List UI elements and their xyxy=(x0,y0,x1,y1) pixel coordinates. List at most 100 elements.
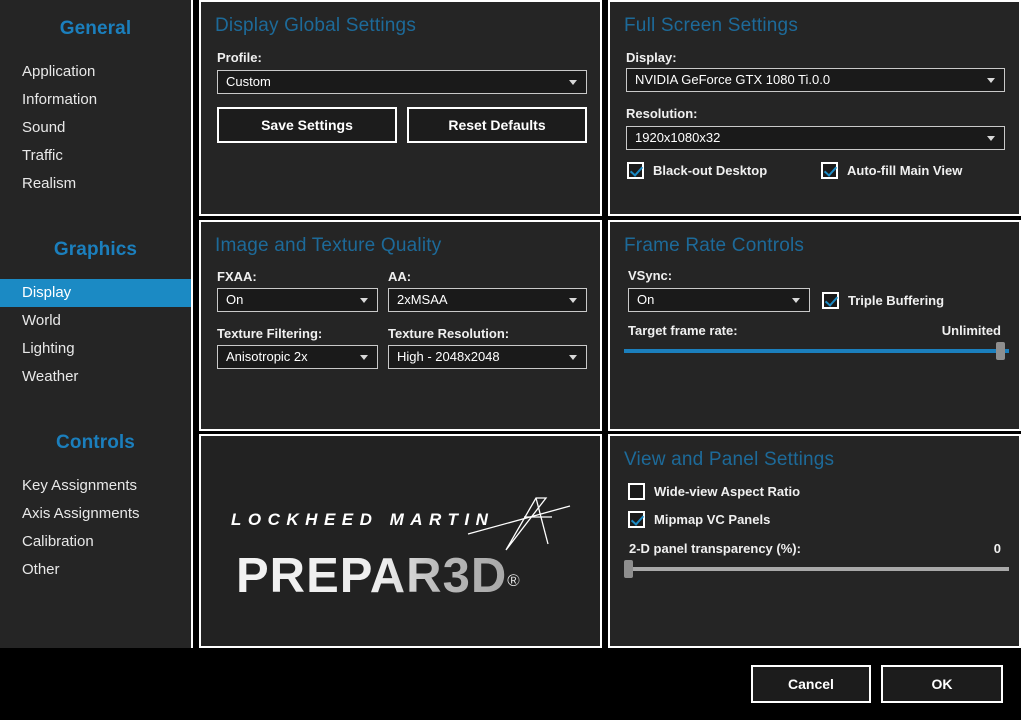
texture-filtering-select-value: Anisotropic 2x xyxy=(226,349,308,364)
sidebar-item-key-assignments[interactable]: Key Assignments xyxy=(0,472,191,500)
aa-select-value: 2xMSAA xyxy=(397,292,448,307)
prepar3d-settings-window: General Application Information Sound Tr… xyxy=(0,0,1021,720)
panel-title-display-global-settings: Display Global Settings xyxy=(215,15,417,36)
slider-thumb[interactable] xyxy=(996,342,1005,360)
wide-view-aspect-ratio-checkbox[interactable]: Wide-view Aspect Ratio xyxy=(628,483,800,500)
sidebar-group-title-graphics: Graphics xyxy=(53,239,138,260)
sidebar-item-traffic[interactable]: Traffic xyxy=(0,142,191,170)
chevron-down-icon xyxy=(569,298,577,303)
chevron-down-icon xyxy=(360,298,368,303)
checkbox-check-icon xyxy=(628,511,645,528)
sidebar-item-calibration[interactable]: Calibration xyxy=(0,528,191,556)
chevron-down-icon xyxy=(569,355,577,360)
reset-defaults-button[interactable]: Reset Defaults xyxy=(407,107,587,143)
chevron-down-icon xyxy=(792,298,800,303)
autofill-main-view-checkbox[interactable]: Auto-fill Main View xyxy=(821,162,962,179)
autofill-main-view-label: Auto-fill Main View xyxy=(847,163,963,178)
checkbox-check-icon xyxy=(627,162,644,179)
sidebar-item-realism[interactable]: Realism xyxy=(0,170,191,198)
panel-title-view-and-panel-settings: View and Panel Settings xyxy=(624,449,835,470)
sidebar-item-display[interactable]: Display xyxy=(0,279,191,307)
resolution-label: Resolution: xyxy=(626,106,698,121)
save-settings-button-label: Save Settings xyxy=(261,117,353,133)
sidebar-item-sound[interactable]: Sound xyxy=(0,114,191,142)
slider-fill xyxy=(624,349,1009,353)
panel-view-and-panel-settings: View and Panel Settings Wide-view Aspect… xyxy=(608,434,1021,648)
dialog-footer: Cancel OK xyxy=(0,648,1021,720)
panel-image-texture-quality: Image and Texture Quality FXAA: On AA: 2… xyxy=(199,220,602,431)
checkbox-check-icon xyxy=(821,162,838,179)
texture-resolution-label: Texture Resolution: xyxy=(388,326,510,341)
texture-resolution-select-value: High - 2048x2048 xyxy=(397,349,500,364)
settings-sidebar: General Application Information Sound Tr… xyxy=(0,0,193,648)
fullscreen-display-label: Display: xyxy=(626,50,677,65)
sidebar-item-lighting[interactable]: Lighting xyxy=(0,335,191,363)
vsync-select-value: On xyxy=(637,292,655,307)
checkbox-empty-icon xyxy=(628,483,645,500)
registered-trademark-icon: ® xyxy=(507,570,521,590)
prepar3d-wordmark: PREPAR3D xyxy=(236,549,508,603)
sidebar-item-application[interactable]: Application xyxy=(0,58,191,86)
sidebar-item-information[interactable]: Information xyxy=(0,86,191,114)
sidebar-item-world[interactable]: World xyxy=(0,307,191,335)
fullscreen-display-select-value: NVIDIA GeForce GTX 1080 Ti.0.0 xyxy=(635,72,831,87)
panel-full-screen-settings: Full Screen Settings Display: NVIDIA GeF… xyxy=(608,0,1021,216)
ok-button[interactable]: OK xyxy=(881,665,1003,703)
aa-select[interactable]: 2xMSAA xyxy=(388,288,587,312)
fxaa-label: FXAA: xyxy=(217,269,257,284)
save-settings-button[interactable]: Save Settings xyxy=(217,107,397,143)
texture-resolution-select[interactable]: High - 2048x2048 xyxy=(388,345,587,369)
fullscreen-display-select[interactable]: NVIDIA GeForce GTX 1080 Ti.0.0 xyxy=(626,68,1005,92)
panel-branding-logo: LOCKHEED MARTIN PREPAR3D® xyxy=(199,434,602,648)
blackout-desktop-checkbox[interactable]: Black-out Desktop xyxy=(627,162,767,179)
sidebar-item-axis-assignments[interactable]: Axis Assignments xyxy=(0,500,191,528)
chevron-down-icon xyxy=(360,355,368,360)
panel-transparency-label: 2-D panel transparency (%): xyxy=(629,541,801,556)
panel-transparency-slider[interactable] xyxy=(624,560,1009,578)
lockheed-star-icon xyxy=(467,497,571,551)
lockheed-martin-wordmark: LOCKHEED MARTIN xyxy=(231,510,495,529)
sidebar-group-title-general: General xyxy=(59,18,132,39)
slider-track xyxy=(624,567,1009,571)
resolution-select-value: 1920x1080x32 xyxy=(635,130,721,145)
target-frame-rate-value: Unlimited xyxy=(941,323,1001,338)
panel-display-global-settings: Display Global Settings Profile: Custom … xyxy=(199,0,602,216)
texture-filtering-select[interactable]: Anisotropic 2x xyxy=(217,345,378,369)
panel-frame-rate-controls: Frame Rate Controls VSync: On Triple Buf… xyxy=(608,220,1021,431)
sidebar-item-weather[interactable]: Weather xyxy=(0,363,191,391)
fxaa-select[interactable]: On xyxy=(217,288,378,312)
fxaa-select-value: On xyxy=(226,292,244,307)
target-frame-rate-label: Target frame rate: xyxy=(628,323,738,338)
profile-label: Profile: xyxy=(217,50,262,65)
profile-select[interactable]: Custom xyxy=(217,70,587,94)
panel-title-image-texture-quality: Image and Texture Quality xyxy=(215,235,442,256)
panel-transparency-value: 0 xyxy=(993,541,1001,556)
aa-label: AA: xyxy=(388,269,412,284)
target-frame-rate-slider[interactable] xyxy=(624,342,1009,360)
resolution-select[interactable]: 1920x1080x32 xyxy=(626,126,1005,150)
texture-filtering-label: Texture Filtering: xyxy=(217,326,323,341)
reset-defaults-button-label: Reset Defaults xyxy=(448,117,546,133)
chevron-down-icon xyxy=(987,136,995,141)
chevron-down-icon xyxy=(569,80,577,85)
mipmap-vc-panels-label: Mipmap VC Panels xyxy=(654,512,771,527)
cancel-button[interactable]: Cancel xyxy=(751,665,871,703)
ok-button-label: OK xyxy=(931,676,953,692)
sidebar-group-title-controls: Controls xyxy=(56,432,135,453)
wide-view-aspect-ratio-label: Wide-view Aspect Ratio xyxy=(654,484,801,499)
prepar3d-logo: PREPAR3D® xyxy=(236,548,521,604)
triple-buffering-label: Triple Buffering xyxy=(848,293,945,308)
sidebar-item-other[interactable]: Other xyxy=(0,556,191,584)
vsync-label: VSync: xyxy=(628,268,673,283)
mipmap-vc-panels-checkbox[interactable]: Mipmap VC Panels xyxy=(628,511,770,528)
triple-buffering-checkbox[interactable]: Triple Buffering xyxy=(822,292,944,309)
vsync-select[interactable]: On xyxy=(628,288,810,312)
profile-select-value: Custom xyxy=(226,74,271,89)
lockheed-martin-logo: LOCKHEED MARTIN xyxy=(231,497,576,551)
panel-title-frame-rate-controls: Frame Rate Controls xyxy=(624,235,805,256)
chevron-down-icon xyxy=(987,78,995,83)
blackout-desktop-label: Black-out Desktop xyxy=(653,163,768,178)
slider-thumb[interactable] xyxy=(624,560,633,578)
panel-title-full-screen-settings: Full Screen Settings xyxy=(624,15,799,36)
checkbox-check-icon xyxy=(822,292,839,309)
